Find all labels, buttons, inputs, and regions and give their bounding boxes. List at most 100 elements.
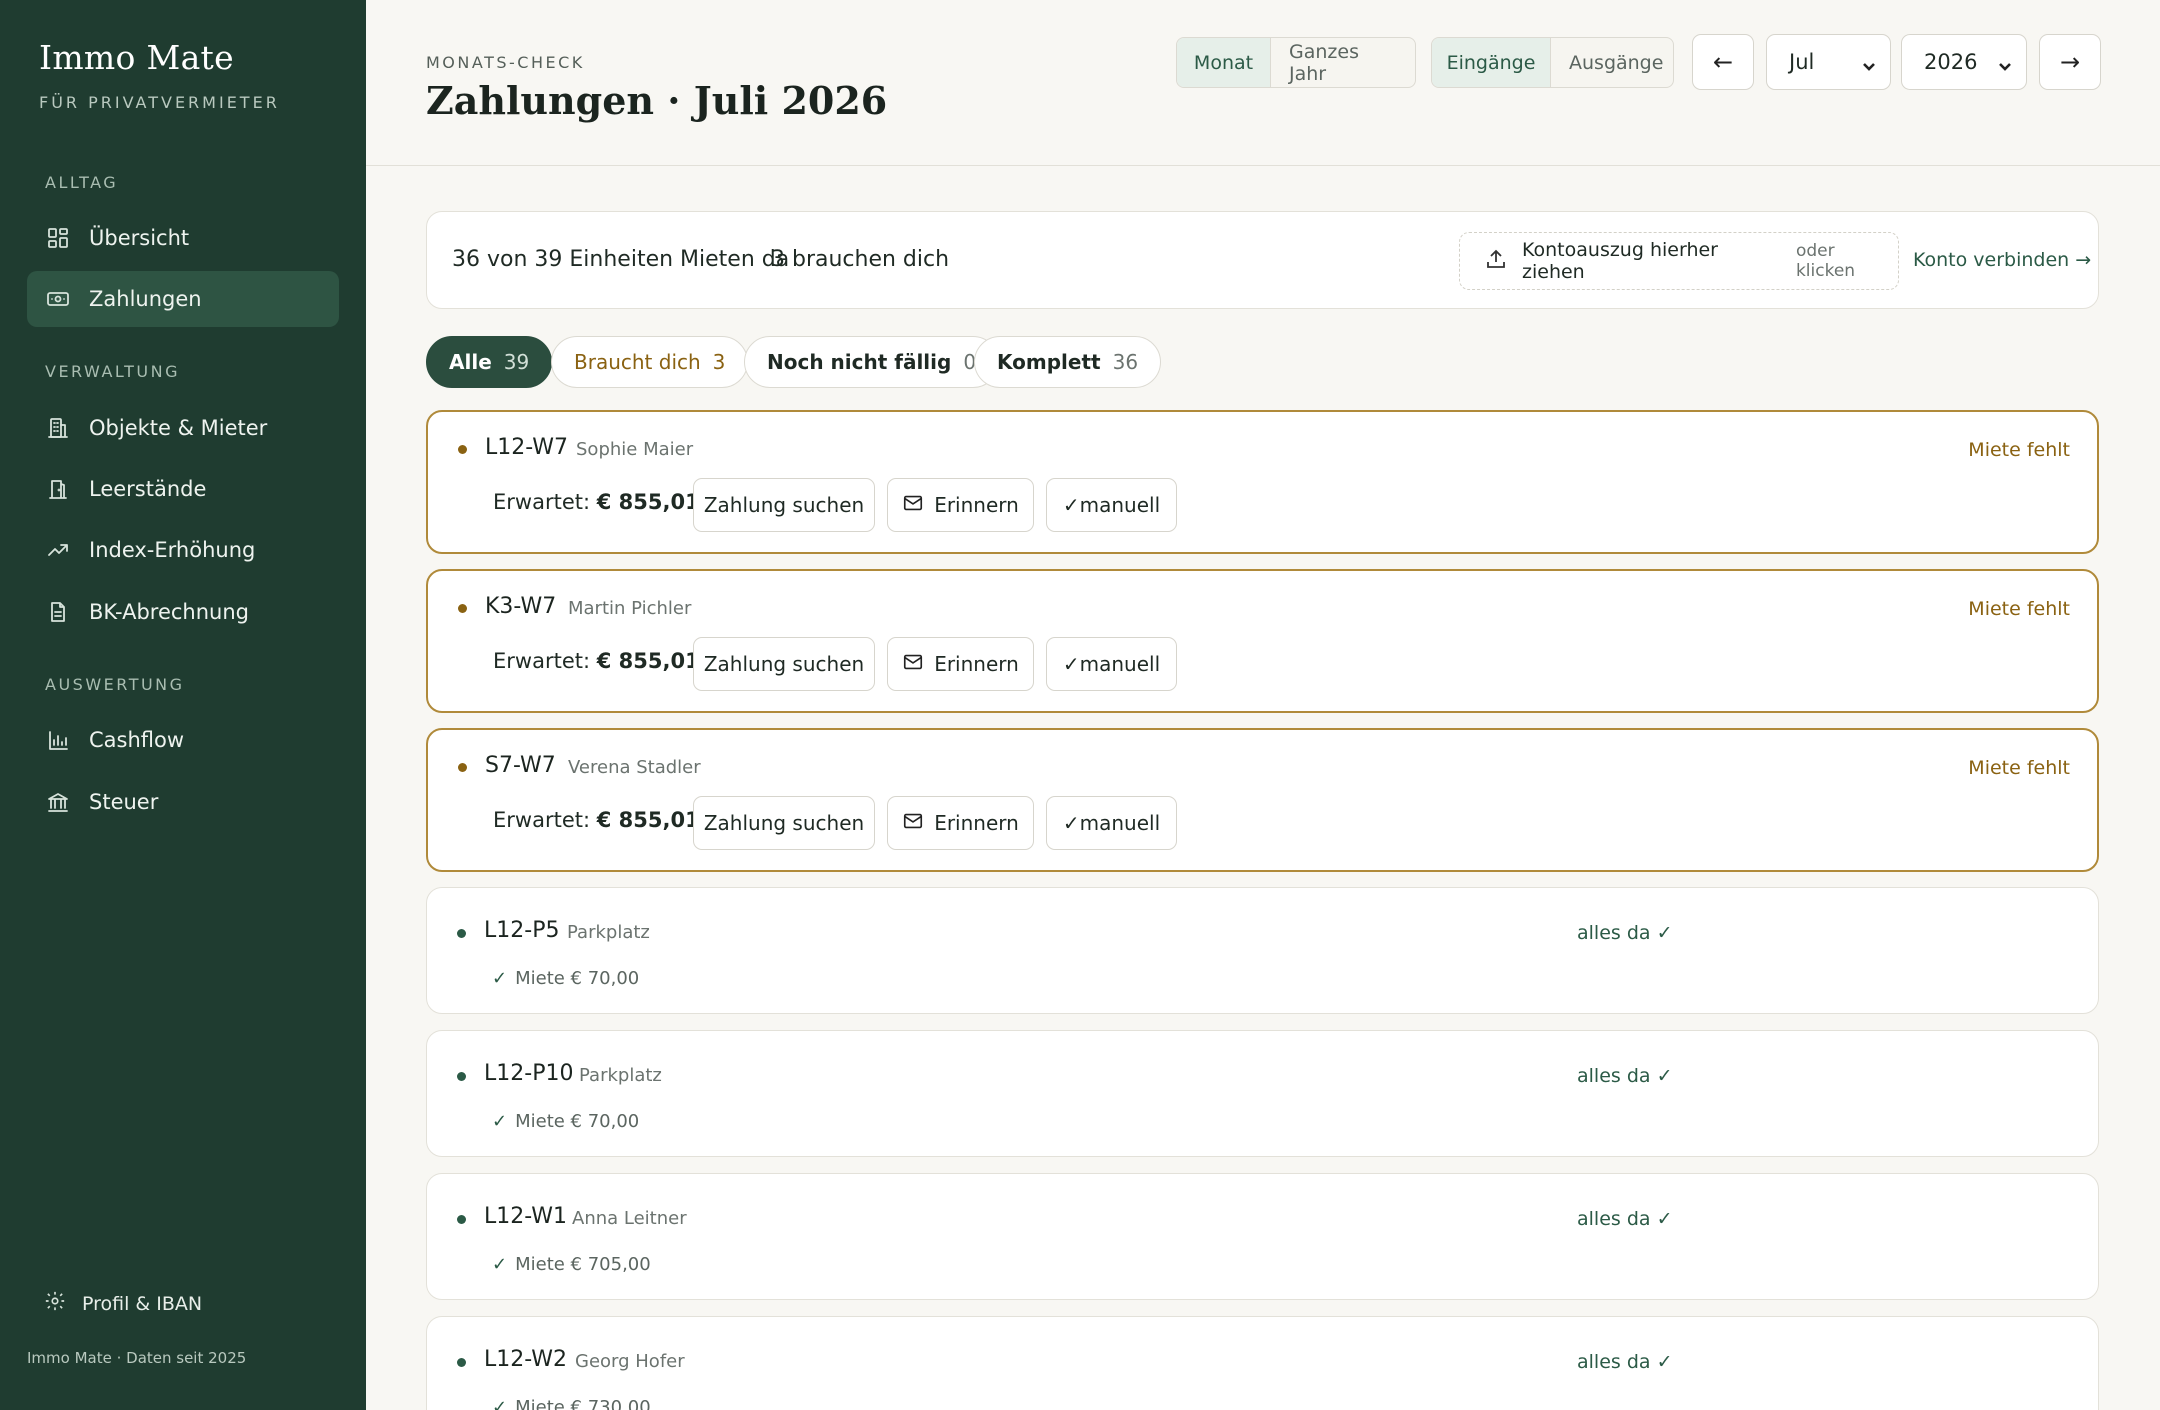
chevron-down-icon [1862, 55, 1876, 71]
sidebar-item-leerstaende[interactable]: Leerstände [27, 461, 339, 517]
dropzone-label: Kontoauszug hierher ziehen [1522, 239, 1718, 283]
mail-icon [902, 492, 934, 519]
button-label: Erinnern [934, 811, 1019, 835]
bank-icon [45, 789, 71, 815]
paid-amount: Miete € 730,00 [515, 1397, 651, 1410]
paid-item: ✓ Miete € 70,00 [492, 1111, 639, 1132]
status-badge: alles da ✓ [1577, 922, 1673, 944]
profile-label: Profil & IBAN [82, 1292, 203, 1315]
mark-manual-button[interactable]: ✓manuell [1046, 796, 1177, 850]
flow-incoming-option[interactable]: Eingänge [1432, 38, 1550, 87]
payment-row[interactable]: S7-W7 Verena Stadler Miete fehlt Erwarte… [426, 728, 2099, 872]
received-summary: 36 von 39 Einheiten Mieten da [452, 247, 790, 272]
sidebar-item-label: Zahlungen [89, 287, 202, 311]
banknote-icon [45, 286, 71, 312]
period-year-option[interactable]: Ganzes Jahr [1270, 38, 1415, 87]
sidebar-item-label: Index-Erhöhung [89, 538, 256, 562]
flow-toggle: Eingänge Ausgänge [1431, 37, 1674, 88]
button-label: Erinnern [934, 652, 1019, 676]
next-month-button[interactable]: → [2039, 34, 2101, 90]
expected-amount: Erwartet: € 855,01 [493, 808, 700, 832]
profile-link[interactable]: Profil & IBAN [44, 1290, 202, 1317]
payment-row[interactable]: L12-P10 Parkplatz alles da ✓ ✓ Miete € 70… [426, 1030, 2099, 1157]
sidebar-item-steuer[interactable]: Steuer [27, 774, 339, 830]
search-payment-button[interactable]: Zahlung suchen [693, 796, 875, 850]
filter-complete[interactable]: Komplett 36 [974, 336, 1162, 388]
unit-id: S7-W7 [485, 753, 556, 778]
year-select[interactable]: 2026 [1901, 34, 2027, 90]
search-payment-button[interactable]: Zahlung suchen [693, 637, 875, 691]
payment-row[interactable]: L12-W7 Sophie Maier Miete fehlt Erwartet… [426, 410, 2099, 554]
filter-all[interactable]: Alle 39 [426, 336, 553, 388]
month-select[interactable]: Jul [1766, 34, 1891, 90]
tenant-name: Anna Leitner [572, 1208, 687, 1229]
mail-icon [902, 810, 934, 837]
payment-row[interactable]: L12-W1 Anna Leitner alles da ✓ ✓ Miete € … [426, 1173, 2099, 1300]
sidebar-item-label: Cashflow [89, 728, 185, 752]
remind-button[interactable]: Erinnern [887, 478, 1034, 532]
mark-manual-button[interactable]: ✓manuell [1046, 478, 1177, 532]
period-month-option[interactable]: Monat [1177, 38, 1270, 87]
sidebar-item-zahlungen[interactable]: Zahlungen [27, 271, 339, 327]
period-toggle: Monat Ganzes Jahr [1176, 37, 1416, 88]
filter-not-due[interactable]: Noch nicht fällig 0 [744, 336, 1000, 388]
unit-id: L12-W2 [484, 1347, 568, 1372]
sidebar-item-label: Steuer [89, 790, 159, 814]
remind-button[interactable]: Erinnern [887, 637, 1034, 691]
flow-outgoing-option[interactable]: Ausgänge [1550, 38, 1673, 87]
connect-account-link[interactable]: Konto verbinden → [1913, 249, 2091, 271]
expected-value: € 855,01 [596, 490, 700, 514]
section-label-verwaltung: VERWALTUNG [45, 362, 180, 381]
expected-value: € 855,01 [596, 808, 700, 832]
section-label-alltag: ALLTAG [45, 173, 119, 192]
mark-manual-button[interactable]: ✓manuell [1046, 637, 1177, 691]
unit-id: K3-W7 [485, 594, 557, 619]
filter-needs-attention[interactable]: Braucht dich 3 [551, 336, 749, 388]
prev-month-button[interactable]: ← [1692, 34, 1754, 90]
status-badge: alles da ✓ [1577, 1208, 1673, 1230]
status-dot [458, 445, 467, 454]
sidebar-item-bk[interactable]: BK-Abrechnung [27, 584, 339, 640]
bar-chart-icon [45, 727, 71, 753]
sidebar-item-label: BK-Abrechnung [89, 600, 249, 624]
paid-item: ✓ Miete € 705,00 [492, 1254, 651, 1275]
sidebar-item-label: Objekte & Mieter [89, 416, 268, 440]
button-label: ✓manuell [1062, 493, 1161, 517]
status-dot [458, 763, 467, 772]
statement-dropzone[interactable]: Kontoauszug hierher ziehen oder klicken [1459, 232, 1899, 290]
paid-amount: Miete € 70,00 [515, 968, 640, 989]
brand-logo[interactable]: Immo Mate [39, 38, 234, 77]
summary-bar: 36 von 39 Einheiten Mieten da 3 brauchen… [426, 211, 2099, 309]
payment-row[interactable]: L12-W2 Georg Hofer alles da ✓ ✓ Miete € 7… [426, 1316, 2099, 1410]
paid-amount: Miete € 70,00 [515, 1111, 640, 1132]
arrow-right-icon: → [2059, 48, 2081, 76]
sidebar-item-objekte[interactable]: Objekte & Mieter [27, 400, 339, 456]
tenant-name: Verena Stadler [568, 757, 701, 778]
filter-label: Komplett [997, 350, 1101, 374]
search-payment-button[interactable]: Zahlung suchen [693, 478, 875, 532]
check-icon: ✓ [492, 1111, 508, 1132]
tenant-name: Georg Hofer [575, 1351, 685, 1372]
footer-note: Immo Mate · Daten seit 2025 [27, 1349, 247, 1367]
button-label: Zahlung suchen [703, 811, 865, 835]
chevron-down-icon [1998, 55, 2012, 71]
expected-label: Erwartet: [493, 808, 591, 832]
payment-row[interactable]: K3-W7 Martin Pichler Miete fehlt Erwarte… [426, 569, 2099, 713]
filter-count: 3 [712, 350, 726, 374]
sidebar-item-label: Übersicht [89, 226, 190, 250]
expected-value: € 855,01 [596, 649, 700, 673]
status-badge: Miete fehlt [1968, 439, 2070, 461]
unit-id: L12-W1 [484, 1204, 568, 1229]
status-dot [457, 1072, 466, 1081]
sidebar-item-index[interactable]: Index-Erhöhung [27, 522, 339, 578]
payment-row[interactable]: L12-P5 Parkplatz alles da ✓ ✓ Miete € 70,… [426, 887, 2099, 1014]
sidebar-item-cashflow[interactable]: Cashflow [27, 712, 339, 768]
tenant-name: Martin Pichler [568, 598, 692, 619]
building-icon [45, 415, 71, 441]
sidebar-item-uebersicht[interactable]: Übersicht [27, 210, 339, 266]
unit-id: L12-P10 [484, 1061, 574, 1086]
check-icon: ✓ [492, 1254, 508, 1275]
remind-button[interactable]: Erinnern [887, 796, 1034, 850]
sidebar: Immo Mate FÜR PRIVATVERMIETER ALLTAG Übe… [0, 0, 366, 1410]
attention-summary[interactable]: 3 brauchen dich [771, 247, 949, 272]
